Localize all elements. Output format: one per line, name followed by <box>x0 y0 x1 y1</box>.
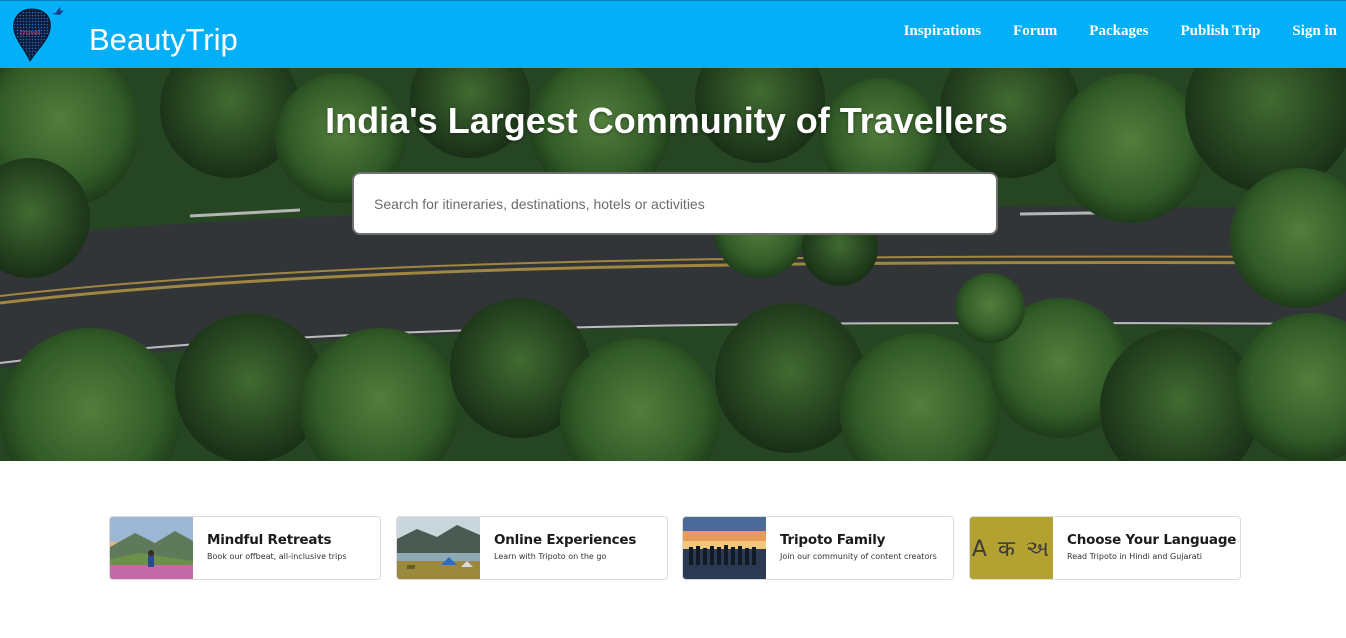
svg-text:travel: travel <box>20 29 41 37</box>
language-letters-icon: A क અ <box>970 517 1053 579</box>
location-pin-logo-icon[interactable]: travel <box>10 5 70 65</box>
card-online-experiences[interactable]: Online Experiences Learn with Tripoto on… <box>396 516 668 580</box>
card-mindful-retreats[interactable]: Mindful Retreats Book our offbeat, all-i… <box>109 516 381 580</box>
hero-title: India's Largest Community of Travellers <box>325 100 1008 141</box>
brand-name[interactable]: BeautyTrip <box>89 21 238 59</box>
card-title: Tripoto Family <box>780 532 886 548</box>
nav-link-packages[interactable]: Packages <box>1089 20 1148 42</box>
card-title: Online Experiences <box>494 532 637 548</box>
card-choose-language[interactable]: A क અ Choose Your Language Read Tripoto … <box>969 516 1241 580</box>
nav-link-inspirations[interactable]: Inspirations <box>904 20 982 42</box>
mountain-retreat-photo <box>110 517 193 579</box>
hero-banner: India's Largest Community of Travellers <box>0 68 1346 461</box>
sunset-group-photo <box>683 517 766 579</box>
nav-link-sign-in[interactable]: Sign in <box>1292 20 1337 42</box>
language-letters: A क અ <box>971 537 1052 562</box>
search-box[interactable] <box>352 172 998 235</box>
card-subtitle: Learn with Tripoto on the go <box>494 552 607 561</box>
card-title: Mindful Retreats <box>207 532 332 548</box>
top-navbar: travel BeautyTrip Inspirations Forum Pac… <box>0 0 1346 68</box>
nav-link-publish-trip[interactable]: Publish Trip <box>1180 20 1260 42</box>
nav-menu: Inspirations Forum Packages Publish Trip… <box>904 20 1337 42</box>
card-title: Choose Your Language <box>1067 532 1237 548</box>
card-tripoto-family[interactable]: Tripoto Family Join our community of con… <box>682 516 954 580</box>
search-input[interactable] <box>354 174 996 233</box>
camping-lake-photo <box>397 517 480 579</box>
nav-link-forum[interactable]: Forum <box>1013 20 1057 42</box>
card-subtitle: Join our community of content creators <box>780 552 937 561</box>
feature-cards: Mindful Retreats Book our offbeat, all-i… <box>0 516 1346 580</box>
card-subtitle: Read Tripoto in Hindi and Gujarati <box>1067 552 1202 561</box>
card-subtitle: Book our offbeat, all-inclusive trips <box>207 552 347 561</box>
